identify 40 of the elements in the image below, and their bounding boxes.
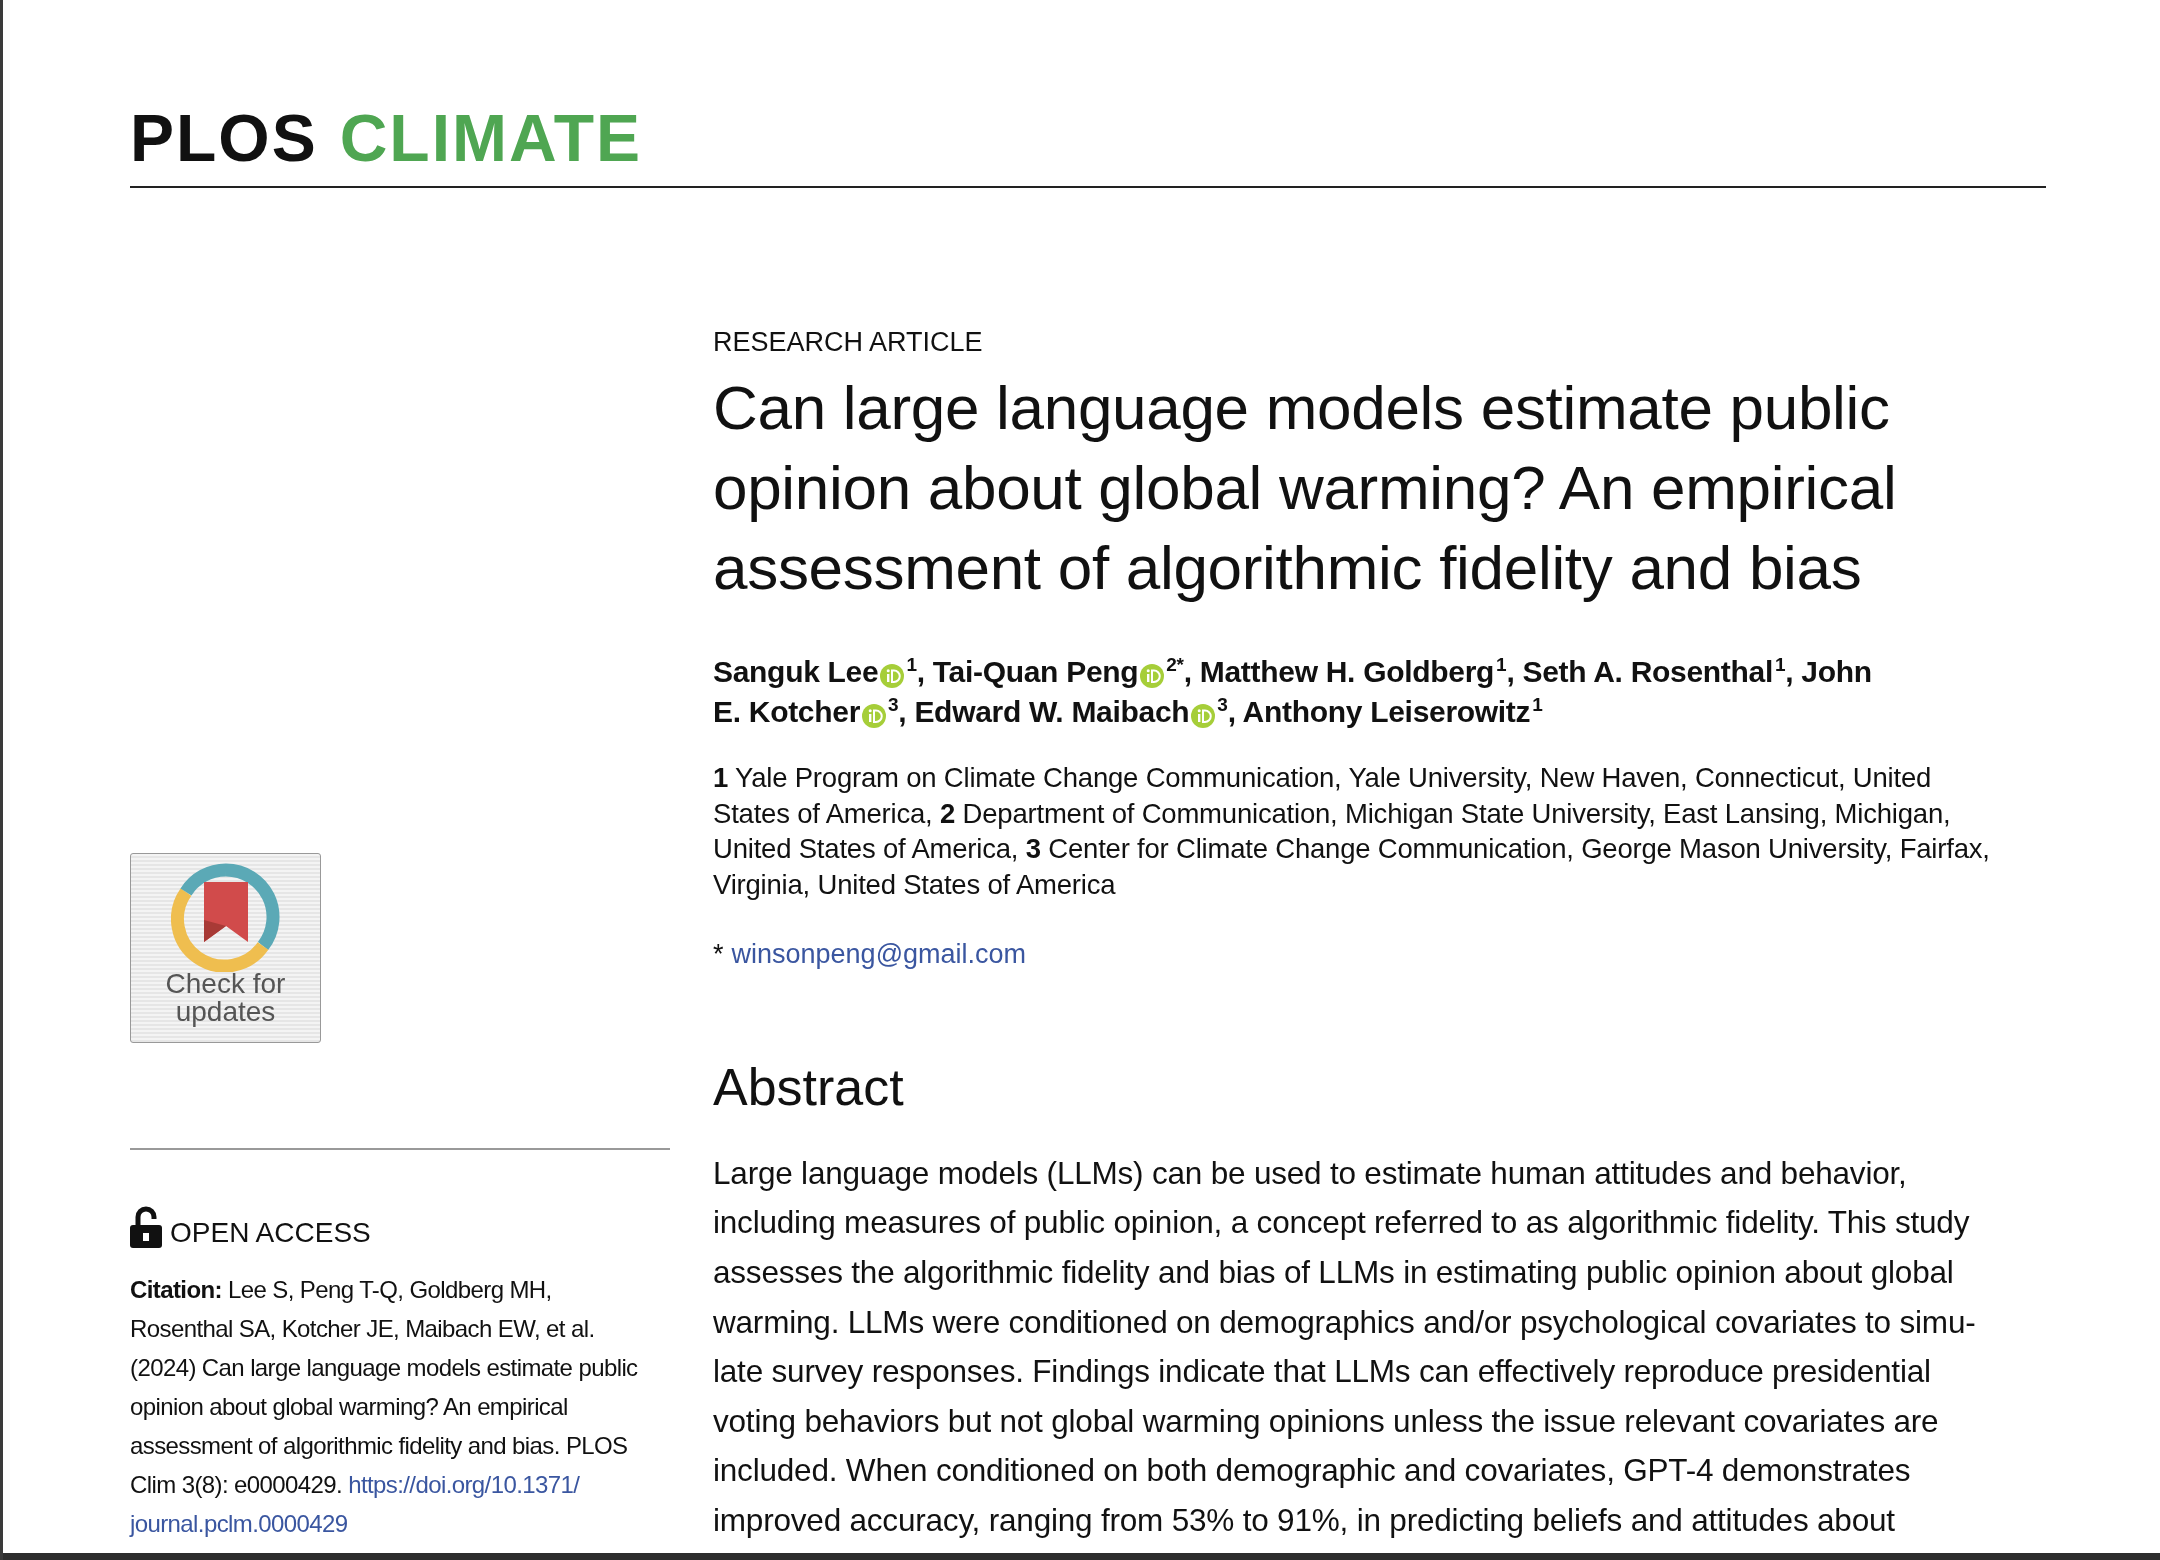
article-title: Can large language models estimate public opinion about global warming? An empirical assessment of algorithmic fidelity and bias — [713, 372, 1897, 604]
affiliation-ref: 2* — [1166, 654, 1184, 675]
doi-link[interactable]: https://doi.org/10.1371/ — [348, 1471, 580, 1498]
article-type-label: RESEARCH ARTICLE — [713, 326, 983, 358]
author-name: Anthony Leiserowitz — [1242, 695, 1531, 728]
author-name: John — [1801, 655, 1872, 688]
author-name: Tai-Quan Peng — [932, 655, 1139, 688]
check-for-updates-button[interactable]: Check for updates — [130, 853, 321, 1043]
affiliation-ref: 1 — [1775, 654, 1786, 675]
author-separator: , — [898, 695, 907, 728]
abstract-text: Large language models (LLMs) can be used to estimate human attitudes and behavior, including measures of public opinion, a concept referred to as algorithmic fidelity. This study assesses the algorithmic fidelity and bias of LLMs in estimating public opinion about global warming. LLMs were conditioned on demographics and/or psychological covariates to simu- late survey responses. Findings indicate that LLMs can effectively reproduce presidential voting behaviors but not global warming opinions unless the issue relevant covariates are included. When conditioned on both demographic and covariates, GPT-4 demonstrates improved accuracy, ranging from 53% to 91%, in predicting beliefs and attitudes about — [713, 1153, 1976, 1540]
journal-logo: PLOS CLIMATE — [130, 100, 644, 176]
affiliation-ref: 1 — [1532, 694, 1543, 715]
open-lock-icon — [130, 1206, 162, 1248]
affiliation-ref: 1 — [906, 654, 917, 675]
email-link[interactable]: winsonpeng@gmail.com — [731, 936, 1027, 971]
orcid-icon — [862, 704, 887, 728]
author-name: E. Kotcher — [713, 695, 861, 728]
affiliation-ref: 3 — [1217, 694, 1228, 715]
affiliations-text: 1 Yale Program on Climate Change Communication, Yale University, New Haven, Connecticut, United States of America, 2 Department of Communication, Michigan State University, East Lansing, Michigan, United States of America, 3 Center for Climate Change Communication, George Mason University, Fairfax, Virginia, United States of America — [713, 761, 1990, 903]
affiliation-ref: 3 — [888, 694, 899, 715]
author-name: Matthew H. Goldberg — [1199, 655, 1495, 688]
doi-link[interactable]: journal.pclm.0000429 — [130, 1510, 348, 1537]
author-separator: , — [1227, 695, 1236, 728]
affiliation-ref: 1 — [1496, 654, 1507, 675]
author-separator: , — [1506, 655, 1515, 688]
bookmark-ring-icon — [170, 862, 281, 972]
open-access-label: OPEN ACCESS — [170, 1218, 371, 1248]
footnote-mark: * — [713, 937, 724, 971]
abstract-heading: Abstract — [713, 1056, 904, 1118]
orcid-icon — [1191, 704, 1216, 728]
orcid-icon — [880, 664, 905, 688]
author-separator: , — [1183, 655, 1192, 688]
author-name: Seth A. Rosenthal — [1522, 655, 1773, 688]
author-name: Sanguk Lee — [713, 655, 879, 688]
citation-text: Citation: Lee S, Peng T-Q, Goldberg MH, Rosenthal SA, Kotcher JE, Maibach EW, et al. (2024) Can large language models estimate public opinion about global warming? An empirical assessment of algorithmic fidelity and bias. PLOS Clim 3(8): e0000429. https://doi.org/10.1371/ journal.pclm.0000429 — [130, 1275, 638, 1539]
orcid-icon — [1140, 664, 1165, 688]
author-separator: , — [916, 655, 925, 688]
author-separator: , — [1785, 655, 1794, 688]
author-name: Edward W. Maibach — [914, 695, 1190, 728]
